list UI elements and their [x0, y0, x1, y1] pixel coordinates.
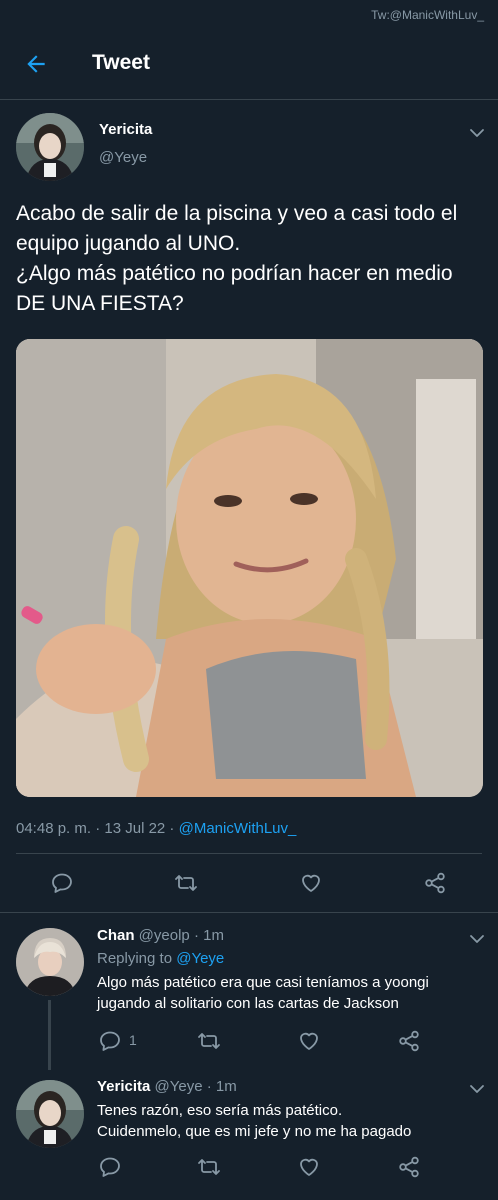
heart-icon — [300, 1158, 318, 1176]
retweet-button[interactable] — [173, 870, 199, 896]
like-button[interactable] — [296, 1154, 322, 1180]
replying-to: Replying to @Yeye — [97, 950, 224, 967]
reply-age: · 1m — [206, 1078, 237, 1095]
reply-text: Algo más patético era que casi teníamos … — [97, 974, 429, 1012]
timestamp-text: 04:48 p. m. · 13 Jul 22 · — [16, 820, 179, 837]
reply-avatar[interactable] — [16, 928, 84, 996]
back-button[interactable] — [20, 48, 52, 80]
chevron-down-icon[interactable] — [468, 1080, 486, 1098]
reply-header: Yericita @Yeye · 1m — [97, 1078, 237, 1095]
thread-line — [48, 1000, 51, 1070]
retweet-button[interactable] — [196, 1154, 222, 1180]
retweet-button[interactable] — [196, 1028, 222, 1054]
tweet-text: Acabo de salir de la piscina y veo a cas… — [16, 202, 458, 315]
reply-icon — [100, 1157, 120, 1177]
share-button[interactable] — [396, 1154, 422, 1180]
heart-icon — [300, 1032, 318, 1050]
author-name[interactable]: Yericita — [99, 121, 152, 138]
author-avatar[interactable] — [16, 113, 84, 181]
reply-header: Chan @yeolp · 1m — [97, 927, 224, 944]
share-button[interactable] — [396, 1028, 422, 1054]
divider — [0, 912, 498, 913]
reply-icon — [52, 873, 72, 893]
replying-to-link[interactable]: @Yeye — [176, 950, 224, 967]
chevron-down-icon[interactable] — [468, 930, 486, 948]
author-handle[interactable]: @Yeye — [99, 149, 147, 166]
reply-button[interactable] — [97, 1028, 123, 1054]
via-link[interactable]: @ManicWithLuv_ — [179, 820, 297, 837]
share-button[interactable] — [422, 870, 448, 896]
reply-button[interactable] — [97, 1154, 123, 1180]
reply-avatar[interactable] — [16, 1080, 84, 1148]
divider — [16, 853, 482, 854]
reply-author-handle[interactable]: @yeolp — [139, 927, 190, 944]
reply-age: · 1m — [193, 927, 224, 944]
share-icon — [425, 872, 445, 894]
share-icon — [399, 1030, 419, 1052]
replying-prefix: Replying to — [97, 950, 177, 967]
chevron-down-icon[interactable] — [468, 124, 486, 142]
like-button[interactable] — [296, 1028, 322, 1054]
reply-text: Tenes razón, eso sería más patético. Cui… — [97, 1102, 412, 1140]
arrow-left-icon — [27, 55, 45, 73]
reply-author-handle[interactable]: @Yeye — [155, 1078, 203, 1095]
tweet-photo[interactable] — [16, 339, 483, 797]
retweet-icon — [175, 875, 197, 891]
like-button[interactable] — [298, 870, 324, 896]
reply-button[interactable] — [49, 870, 75, 896]
page-title: Tweet — [92, 51, 150, 74]
reply-count: 1 — [129, 1032, 137, 1048]
share-icon — [399, 1156, 419, 1178]
reply-author-name[interactable]: Chan — [97, 927, 135, 944]
heart-icon — [302, 874, 320, 892]
retweet-icon — [198, 1159, 220, 1175]
reply-icon — [100, 1031, 120, 1051]
tweet-timestamp: 04:48 p. m. · 13 Jul 22 · @ManicWithLuv_ — [16, 820, 296, 837]
watermark: Tw:@ManicWithLuv_ — [371, 8, 484, 22]
reply-author-name[interactable]: Yericita — [97, 1078, 150, 1095]
top-bar: Tweet — [0, 28, 498, 100]
retweet-icon — [198, 1033, 220, 1049]
